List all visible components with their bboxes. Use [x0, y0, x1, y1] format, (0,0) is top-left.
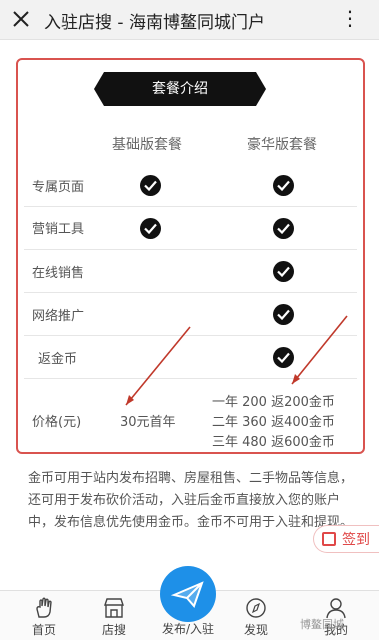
nav-discover[interactable]: 发现	[226, 591, 286, 641]
publish-button[interactable]	[160, 566, 216, 622]
store-icon	[104, 598, 124, 618]
checkin-label: 签到	[342, 532, 370, 548]
annotation-arrow-luxury	[291, 315, 348, 385]
nav-home-label: 首页	[31, 623, 56, 637]
watermark: 博鳌同城	[300, 618, 344, 631]
nav-discover-label: 发现	[243, 623, 268, 637]
nav-shop[interactable]: 店搜	[84, 591, 144, 641]
compass-icon	[246, 598, 266, 618]
coin-description: 金币可用于站内发布招聘、房屋租售、二手物品等信息，还可用于发布砍价活动，入驻后金…	[28, 471, 354, 530]
hand-icon	[36, 597, 52, 618]
checkin-button[interactable]: 签到	[313, 525, 379, 553]
calendar-icon	[322, 532, 336, 546]
nav-home[interactable]: 首页	[14, 591, 74, 641]
nav-publish-label: 发布/入驻	[161, 622, 215, 636]
paper-plane-icon	[170, 581, 204, 608]
annotation-arrow-basic	[125, 326, 191, 406]
nav-shop-label: 店搜	[101, 623, 126, 637]
